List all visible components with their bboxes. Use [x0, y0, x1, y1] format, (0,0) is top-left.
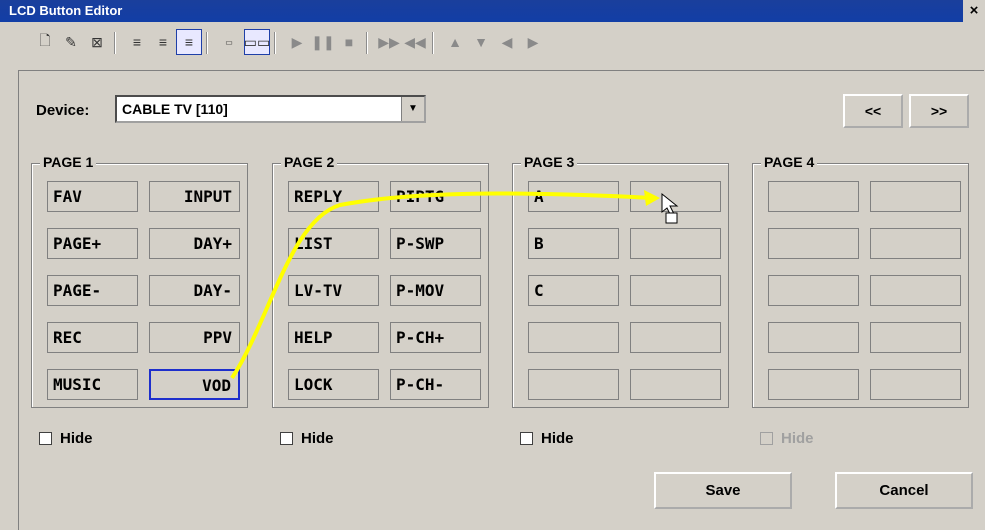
lcd-button[interactable]: P-CH-: [390, 369, 481, 400]
down-icon[interactable]: ▼: [468, 29, 494, 55]
prev-page-button[interactable]: <<: [843, 94, 903, 128]
lcd-button[interactable]: LIST: [288, 228, 379, 259]
lcd-button[interactable]: [870, 181, 961, 212]
fast-forward-icon[interactable]: ▶▶: [376, 29, 402, 55]
rewind-icon[interactable]: ◀◀: [402, 29, 428, 55]
edit-doc-icon[interactable]: ✎: [58, 29, 84, 55]
cancel-button[interactable]: Cancel: [835, 472, 973, 509]
title-bar: LCD Button Editor ×: [0, 0, 985, 22]
lcd-button[interactable]: LOCK: [288, 369, 379, 400]
hide-label: Hide: [60, 430, 93, 447]
hide-checkbox-page-3[interactable]: Hide: [520, 430, 574, 447]
toolbar: 🗋 ✎ ⊠ ≡ ≡ ≡ ▭ ▭▭ ▶ ❚❚ ■ ▶▶ ◀◀ ▲ ▼ ◀ ▶: [0, 22, 985, 60]
lcd-button[interactable]: FAV: [47, 181, 138, 212]
play-icon[interactable]: ▶: [284, 29, 310, 55]
lcd-button[interactable]: INPUT: [149, 181, 240, 212]
lcd-button[interactable]: REPLY: [288, 181, 379, 212]
window-title: LCD Button Editor: [9, 3, 123, 18]
device-select[interactable]: CABLE TV [110] ▼: [115, 95, 426, 123]
page-group-2: PAGE 2 REPLY PIPTG LIST P-SWP LV-TV P-MOV HELP P…: [272, 154, 489, 408]
page-title: PAGE 2: [281, 154, 338, 170]
lcd-button[interactable]: [870, 322, 961, 353]
lcd-button[interactable]: [768, 275, 859, 306]
new-doc-icon[interactable]: 🗋: [32, 29, 58, 55]
lcd-button[interactable]: [630, 322, 721, 353]
page-title: PAGE 1: [40, 154, 97, 170]
lcd-button[interactable]: B: [528, 228, 619, 259]
lcd-button[interactable]: P-MOV: [390, 275, 481, 306]
chevron-down-icon[interactable]: ▼: [401, 97, 424, 121]
lcd-button[interactable]: PIPTG: [390, 181, 481, 212]
hide-label: Hide: [781, 430, 814, 447]
lcd-button[interactable]: [768, 322, 859, 353]
close-button[interactable]: ×: [963, 0, 985, 22]
lcd-button[interactable]: A: [528, 181, 619, 212]
lcd-button[interactable]: [768, 228, 859, 259]
lcd-button[interactable]: PPV: [149, 322, 240, 353]
lcd-button[interactable]: HELP: [288, 322, 379, 353]
lcd-button[interactable]: DAY+: [149, 228, 240, 259]
lcd-button[interactable]: PAGE+: [47, 228, 138, 259]
checkbox-icon[interactable]: [520, 432, 533, 445]
pause-icon[interactable]: ❚❚: [310, 29, 336, 55]
save-button[interactable]: Save: [654, 472, 792, 509]
lcd-button[interactable]: [768, 369, 859, 400]
page-group-1: PAGE 1 FAV INPUT PAGE+ DAY+ PAGE- DAY- REC PPV MU…: [31, 154, 248, 408]
device-value: CABLE TV [110]: [122, 101, 228, 117]
right-icon[interactable]: ▶: [520, 29, 546, 55]
page-title: PAGE 4: [761, 154, 818, 170]
lcd-button[interactable]: [870, 369, 961, 400]
lcd-button[interactable]: DAY-: [149, 275, 240, 306]
lcd-button[interactable]: [870, 275, 961, 306]
hide-checkbox-page-1[interactable]: Hide: [39, 430, 93, 447]
lcd-button[interactable]: VOD: [149, 369, 240, 400]
lcd-button[interactable]: P-SWP: [390, 228, 481, 259]
lcd-button[interactable]: [630, 181, 721, 212]
lcd-button[interactable]: P-CH+: [390, 322, 481, 353]
checkbox-icon[interactable]: [760, 432, 773, 445]
lcd-button[interactable]: REC: [47, 322, 138, 353]
button-mode-icon[interactable]: ▭▭: [244, 29, 270, 55]
text-mode-icon[interactable]: ▭: [216, 29, 242, 55]
lcd-button[interactable]: C: [528, 275, 619, 306]
delete-doc-icon[interactable]: ⊠: [84, 29, 110, 55]
lcd-button[interactable]: [630, 369, 721, 400]
lcd-button[interactable]: [768, 181, 859, 212]
checkbox-icon[interactable]: [280, 432, 293, 445]
lcd-button[interactable]: PAGE-: [47, 275, 138, 306]
align-center-icon[interactable]: ≡: [150, 29, 176, 55]
page-group-3: PAGE 3 ABC: [512, 154, 729, 408]
lcd-button[interactable]: [630, 228, 721, 259]
lcd-button[interactable]: [528, 322, 619, 353]
up-icon[interactable]: ▲: [442, 29, 468, 55]
lcd-button[interactable]: [528, 369, 619, 400]
align-left-icon[interactable]: ≡: [124, 29, 150, 55]
hide-label: Hide: [541, 430, 574, 447]
device-label: Device:: [36, 102, 90, 119]
left-icon[interactable]: ◀: [494, 29, 520, 55]
lcd-button[interactable]: [630, 275, 721, 306]
lcd-button[interactable]: [870, 228, 961, 259]
lcd-button[interactable]: MUSIC: [47, 369, 138, 400]
stop-icon[interactable]: ■: [336, 29, 362, 55]
next-page-button[interactable]: >>: [909, 94, 969, 128]
page-group-4: PAGE 4: [752, 154, 969, 408]
hide-label: Hide: [301, 430, 334, 447]
lcd-button[interactable]: LV-TV: [288, 275, 379, 306]
hide-checkbox-page-2[interactable]: Hide: [280, 430, 334, 447]
align-right-icon[interactable]: ≡: [176, 29, 202, 55]
checkbox-icon[interactable]: [39, 432, 52, 445]
hide-checkbox-page-4[interactable]: Hide: [760, 430, 814, 447]
page-title: PAGE 3: [521, 154, 578, 170]
